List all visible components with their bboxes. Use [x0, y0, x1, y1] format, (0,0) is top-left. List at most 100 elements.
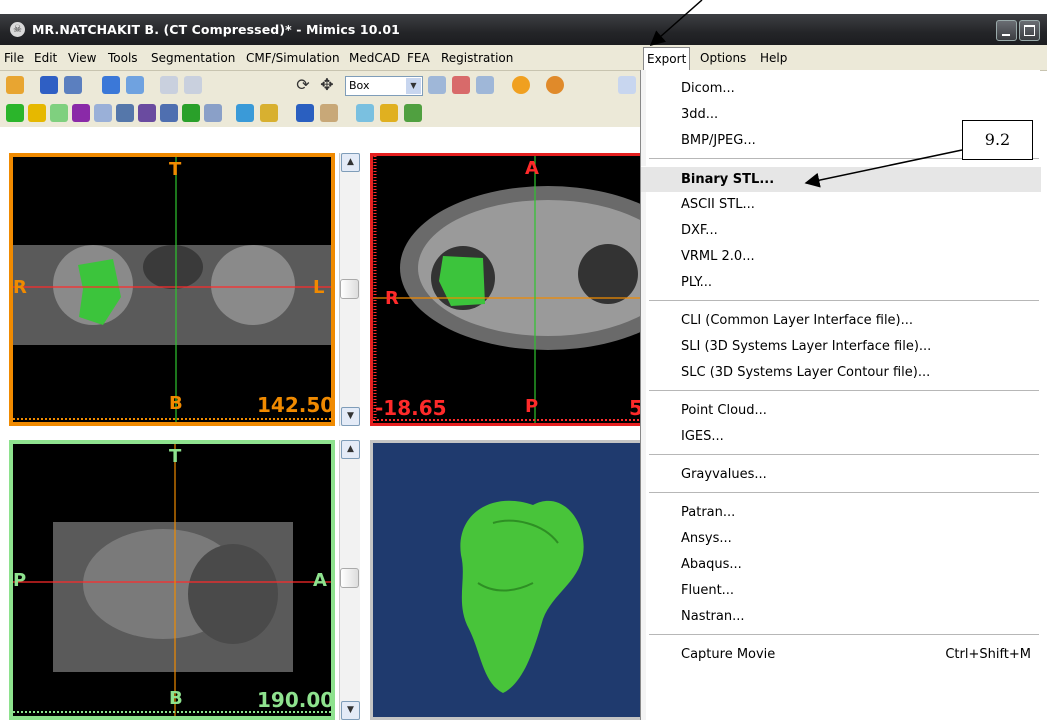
layout-icon[interactable]: [126, 76, 144, 94]
menu-item-grayvalues[interactable]: Grayvalues...: [641, 462, 1041, 488]
menu-item-point-cloud[interactable]: Point Cloud...: [641, 398, 1041, 424]
menu-segmentation[interactable]: Segmentation: [151, 51, 235, 65]
menu-item-patran[interactable]: Patran...: [641, 500, 1041, 526]
scroll-up-icon[interactable]: ▲: [341, 153, 360, 172]
menu-separator: [649, 454, 1039, 455]
help-icon[interactable]: [546, 76, 564, 94]
menu-cmf-simulation[interactable]: CMF/Simulation: [246, 51, 340, 65]
3d-viewport[interactable]: [370, 440, 640, 720]
sagittal-viewport[interactable]: T B P A 190.00: [9, 440, 335, 720]
print-icon[interactable]: [64, 76, 82, 94]
coronal-viewport[interactable]: T B R L 142.50: [9, 153, 335, 426]
orientation-top-label: T: [169, 446, 182, 467]
sagittal-slice-scrollbar[interactable]: ▲ ▼: [339, 440, 360, 720]
menu-item-dxf[interactable]: DXF...: [641, 218, 1041, 244]
menu-separator: [649, 390, 1039, 391]
menu-item-label: CLI (Common Layer Interface file)...: [681, 313, 914, 328]
morphology-icon[interactable]: [94, 104, 112, 122]
maximize-button[interactable]: [1019, 20, 1040, 41]
draw-icon[interactable]: [138, 104, 156, 122]
3d-view-icon[interactable]: [380, 104, 398, 122]
threshold-icon[interactable]: [6, 104, 24, 122]
menu-registration[interactable]: Registration: [441, 51, 513, 65]
segmentation-toolbar: [0, 99, 640, 127]
save-icon[interactable]: [40, 76, 58, 94]
undo-icon[interactable]: [160, 76, 178, 94]
menu-fea[interactable]: FEA: [407, 51, 430, 65]
menu-item-label: Point Cloud...: [681, 403, 767, 418]
properties-icon[interactable]: [102, 76, 120, 94]
mask-icon[interactable]: [72, 104, 90, 122]
menu-options[interactable]: Options: [700, 51, 746, 65]
menu-item-label: ASCII STL...: [681, 197, 755, 212]
menu-item-abaqus[interactable]: Abaqus...: [641, 552, 1041, 578]
scroll-thumb[interactable]: [340, 279, 359, 299]
zoom-out-icon[interactable]: [452, 76, 470, 94]
menu-separator: [649, 634, 1039, 635]
menu-view[interactable]: View: [68, 51, 96, 65]
redo-icon[interactable]: [184, 76, 202, 94]
measure-icon[interactable]: [260, 104, 278, 122]
region-grow-icon[interactable]: [28, 104, 46, 122]
menu-item-capture-movie[interactable]: Capture Movie Ctrl+Shift+M: [641, 642, 1041, 668]
fill-icon[interactable]: [116, 104, 134, 122]
menu-item-label: Nastran...: [681, 609, 745, 624]
menu-edit[interactable]: Edit: [34, 51, 57, 65]
orientation-bottom-label: P: [525, 396, 539, 417]
rotate-icon[interactable]: ⟳: [294, 76, 312, 94]
menu-item-iges[interactable]: IGES...: [641, 424, 1041, 450]
slice-position-value: 142.50: [257, 393, 335, 417]
3d-compare-icon[interactable]: [404, 104, 422, 122]
menu-export[interactable]: Export: [643, 47, 691, 70]
zoom-fit-icon[interactable]: [476, 76, 494, 94]
menu-item-vrml-2-0[interactable]: VRML 2.0...: [641, 244, 1041, 270]
window-icon[interactable]: [618, 76, 636, 94]
menu-medcad[interactable]: MedCAD: [349, 51, 400, 65]
skull-icon: ☠: [10, 22, 25, 37]
menu-item-binary-stl[interactable]: Binary STL...: [641, 166, 1041, 192]
menu-item-dicom[interactable]: Dicom...: [641, 76, 1041, 102]
menu-item-nastran[interactable]: Nastran...: [641, 604, 1041, 630]
open-folder-icon[interactable]: [6, 76, 24, 94]
chevron-down-icon[interactable]: ▼: [406, 78, 421, 94]
crop-icon[interactable]: [204, 104, 222, 122]
tag-icon[interactable]: [320, 104, 338, 122]
minimize-button[interactable]: [996, 20, 1017, 41]
pan-icon[interactable]: ✥: [318, 76, 336, 94]
coronal-slice-scrollbar[interactable]: ▲ ▼: [339, 153, 360, 426]
title-bar: ☠ MR.NATCHAKIT B. (CT Compressed)* - Mim…: [0, 14, 1047, 45]
menu-item-slc-3d-systems-layer-contour-file[interactable]: SLC (3D Systems Layer Contour file)...: [641, 360, 1041, 386]
object-icon[interactable]: [296, 104, 314, 122]
orientation-left-label: R: [13, 277, 27, 298]
menu-help[interactable]: Help: [760, 51, 787, 65]
menu-separator: [649, 492, 1039, 493]
slice-position-value: -18.65: [375, 396, 447, 420]
menu-item-label: 3dd...: [681, 107, 719, 122]
menu-item-ply[interactable]: PLY...: [641, 270, 1041, 296]
zoom-mode-select[interactable]: Box ▼: [345, 76, 423, 96]
menu-item-label: BMP/JPEG...: [681, 133, 756, 148]
dynamic-region-icon[interactable]: [50, 104, 68, 122]
menu-item-ascii-stl[interactable]: ASCII STL...: [641, 192, 1041, 218]
scroll-down-icon[interactable]: ▼: [341, 407, 360, 426]
menu-tools[interactable]: Tools: [108, 51, 138, 65]
menu-file[interactable]: File: [4, 51, 24, 65]
scroll-up-icon[interactable]: ▲: [341, 440, 360, 459]
window-title: MR.NATCHAKIT B. (CT Compressed)* - Mimic…: [32, 22, 400, 37]
scroll-thumb[interactable]: [340, 568, 359, 588]
menu-item-sli-3d-systems-layer-interface-file[interactable]: SLI (3D Systems Layer Interface file)...: [641, 334, 1041, 360]
menu-item-cli-common-layer-interface-file[interactable]: CLI (Common Layer Interface file)...: [641, 308, 1041, 334]
3d-model: [460, 500, 584, 693]
menu-item-fluent[interactable]: Fluent...: [641, 578, 1041, 604]
axial-viewport[interactable]: A P R -18.65 5: [370, 153, 640, 426]
menu-item-ansys[interactable]: Ansys...: [641, 526, 1041, 552]
orientation-right-label: A: [313, 570, 327, 591]
coronal-image: [13, 157, 331, 422]
scroll-down-icon[interactable]: ▼: [341, 701, 360, 720]
zoom-in-icon[interactable]: [428, 76, 446, 94]
calculate-3d-icon[interactable]: [236, 104, 254, 122]
smooth-icon[interactable]: [356, 104, 374, 122]
info-icon[interactable]: [512, 76, 530, 94]
split-icon[interactable]: [182, 104, 200, 122]
edit-icon[interactable]: [160, 104, 178, 122]
